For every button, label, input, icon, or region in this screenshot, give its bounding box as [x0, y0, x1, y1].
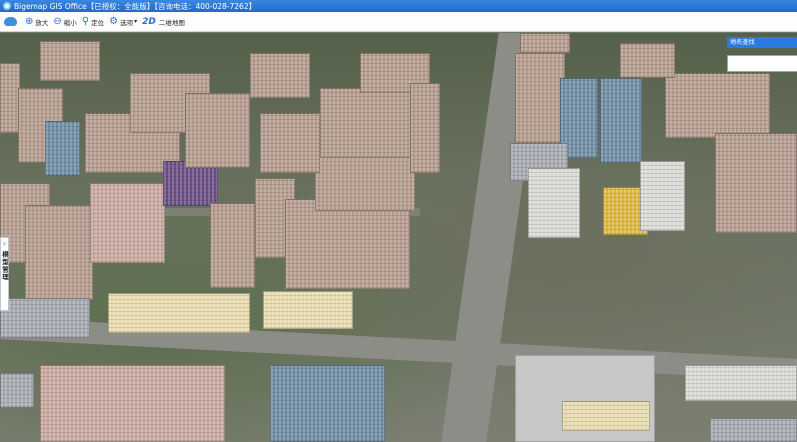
chevron-right-icon: ›	[2, 239, 7, 248]
model-manager-label: 模型管理	[0, 251, 9, 281]
building	[0, 373, 34, 408]
building	[90, 183, 165, 263]
options-label: 选项	[120, 18, 134, 27]
zoom-in-button[interactable]: ⊕ 放大	[25, 15, 49, 27]
building	[410, 83, 440, 173]
gear-icon: ⚙	[109, 15, 119, 27]
building	[40, 41, 100, 81]
building	[25, 205, 93, 300]
building	[520, 33, 570, 53]
building	[515, 53, 565, 143]
chevron-down-icon: ▾	[134, 18, 138, 25]
locate-button[interactable]: ⚲ 定位	[81, 15, 105, 27]
zoom-out-icon: ⊖	[53, 15, 62, 27]
place-search-title[interactable]: 地名查找	[727, 37, 797, 48]
window-title: Bigemap GIS Office【已授权：全能版】【咨询电话：400-028…	[14, 1, 257, 11]
building	[0, 63, 20, 133]
building	[263, 291, 353, 329]
options-button[interactable]: ⚙ 选项 ▾	[109, 15, 138, 27]
app-logo-icon	[3, 2, 11, 10]
place-search-panel: 地名查找	[727, 37, 797, 73]
building	[315, 151, 415, 211]
2d-map-label: 二维地图	[158, 18, 185, 27]
building	[715, 133, 797, 233]
building	[210, 203, 255, 288]
building	[320, 88, 415, 158]
building	[185, 93, 250, 168]
building	[0, 298, 90, 338]
zoom-out-label: 缩小	[63, 18, 77, 27]
map-viewport[interactable]	[0, 33, 797, 442]
building	[685, 365, 797, 401]
building	[562, 401, 650, 431]
building	[528, 168, 580, 238]
zoom-in-label: 放大	[35, 18, 49, 27]
building	[285, 199, 410, 289]
2d-map-icon: 2D	[142, 16, 156, 27]
building	[250, 53, 310, 98]
building	[710, 418, 797, 442]
location-pin-icon: ⚲	[81, 15, 90, 27]
toolbar: ⊕ 放大 ⊖ 缩小 ⚲ 定位 ⚙ 选项 ▾ 2D 二维地图	[0, 12, 797, 32]
cloud-icon	[3, 17, 17, 26]
building	[260, 113, 320, 173]
building	[640, 161, 685, 231]
building	[665, 73, 770, 138]
building	[270, 365, 385, 442]
zoom-out-button[interactable]: ⊖ 缩小	[53, 15, 77, 27]
2d-map-button[interactable]: 2D 二维地图	[142, 17, 185, 27]
building	[600, 78, 642, 163]
zoom-in-icon: ⊕	[25, 15, 34, 27]
building	[40, 365, 225, 442]
building	[620, 43, 675, 78]
title-bar: Bigemap GIS Office【已授权：全能版】【咨询电话：400-028…	[0, 0, 797, 12]
building	[108, 293, 250, 333]
building	[45, 121, 80, 176]
place-search-input[interactable]	[727, 55, 797, 72]
locate-label: 定位	[91, 18, 105, 27]
app-menu-button[interactable]	[0, 12, 20, 32]
model-manager-tab[interactable]: › 模型管理	[0, 237, 9, 311]
